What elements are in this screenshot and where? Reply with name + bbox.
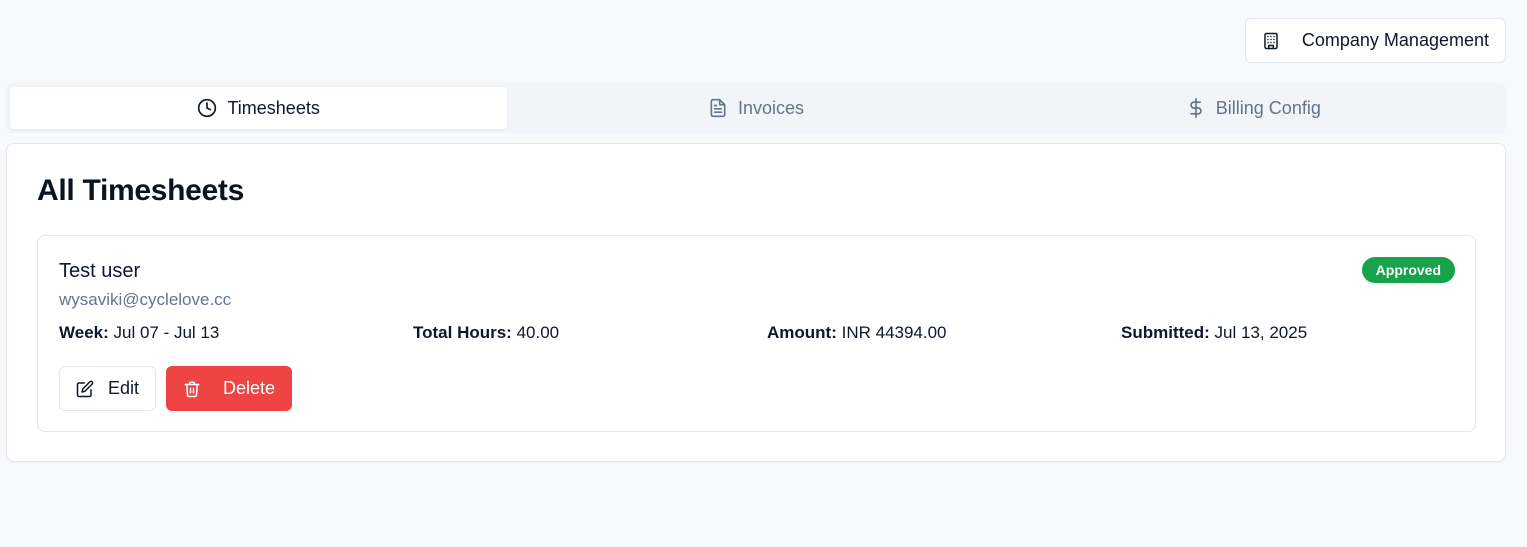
tab-billing-config[interactable]: Billing Config <box>1005 87 1502 129</box>
clock-icon <box>197 98 217 118</box>
status-badge: Approved <box>1361 257 1455 283</box>
edit-label: Edit <box>108 378 140 398</box>
timesheet-card: Test user wysaviki@cyclelove.cc Approved… <box>37 235 1476 432</box>
tab-timesheets[interactable]: Timesheets <box>10 87 508 129</box>
edit-icon <box>76 380 94 398</box>
edit-button[interactable]: Edit <box>59 366 157 411</box>
week-value: Jul 07 - Jul 13 <box>113 323 220 342</box>
week-detail: Week: Jul 07 - Jul 13 <box>59 323 413 343</box>
tab-invoices[interactable]: Invoices <box>507 87 1004 129</box>
building-icon <box>1262 32 1280 50</box>
tab-invoices-label: Invoices <box>737 97 805 118</box>
topbar: Company Management <box>1244 18 1506 63</box>
user-name: Test user <box>59 260 141 282</box>
delete-label: Delete <box>223 378 276 398</box>
trash-icon <box>183 380 201 398</box>
submitted-label: Submitted: <box>1121 323 1210 342</box>
tab-timesheets-label: Timesheets <box>227 97 320 118</box>
timesheets-panel: All Timesheets Test user wysaviki@cyclel… <box>6 143 1506 462</box>
submitted-detail: Submitted: Jul 13, 2025 <box>1121 323 1475 343</box>
user-email: wysaviki@cyclelove.cc <box>59 290 232 309</box>
file-text-icon <box>708 98 728 118</box>
delete-button[interactable]: Delete <box>166 366 293 411</box>
timesheet-details: Week: Jul 07 - Jul 13 Total Hours: 40.00… <box>59 323 1479 343</box>
hours-label: Total Hours: <box>413 323 512 342</box>
timesheet-actions: Edit Delete <box>59 366 293 411</box>
amount-detail: Amount: INR 44394.00 <box>767 323 1121 343</box>
tab-list: Timesheets Invoices Billing Config <box>6 83 1506 133</box>
company-management-label: Company Management <box>1301 30 1489 50</box>
amount-value: INR 44394.00 <box>841 323 947 342</box>
hours-detail: Total Hours: 40.00 <box>413 323 767 343</box>
amount-label: Amount: <box>767 323 837 342</box>
page-title: All Timesheets <box>37 174 245 207</box>
hours-value: 40.00 <box>516 323 560 342</box>
company-management-button[interactable]: Company Management <box>1244 18 1506 63</box>
submitted-value: Jul 13, 2025 <box>1214 323 1308 342</box>
week-label: Week: <box>59 323 109 342</box>
tab-billing-config-label: Billing Config <box>1215 97 1321 118</box>
dollar-sign-icon <box>1186 98 1206 118</box>
